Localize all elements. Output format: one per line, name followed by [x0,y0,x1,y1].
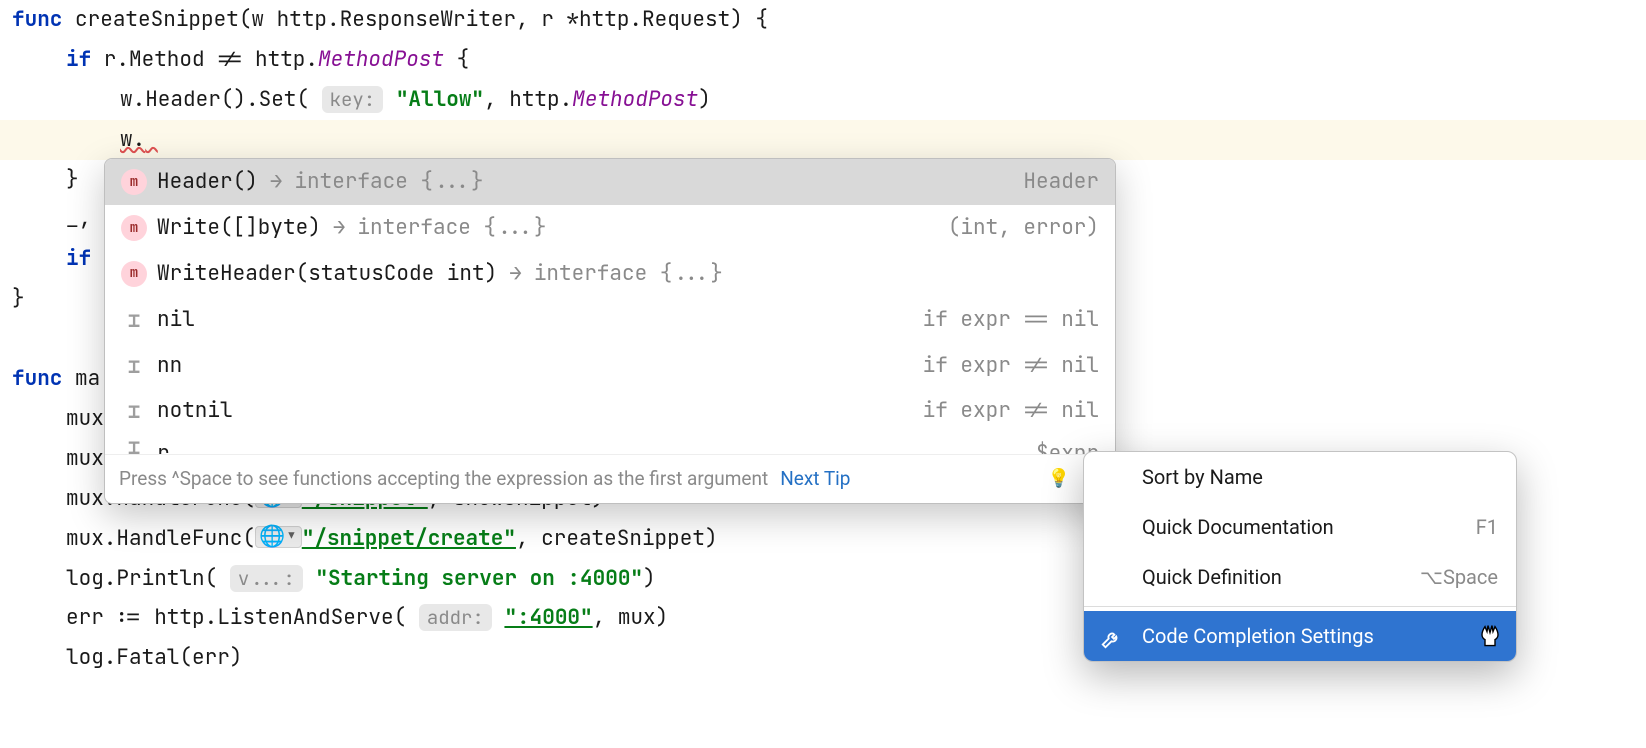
template-icon: ⌶ [121,353,147,379]
completion-item[interactable]: m Write([]byte) → interface {...} (int, … [105,205,1115,251]
completion-item[interactable]: ⌶ nn if expr != nil [105,343,1115,389]
completion-popup[interactable]: m Header() → interface {...} Header m Wr… [104,158,1116,504]
menu-quick-definition[interactable]: Quick Definition ⌥Space [1084,552,1516,602]
completion-item[interactable]: ⌶ nil if expr == nil [105,297,1115,343]
shortcut-label: ⌥Space [1420,558,1498,596]
code-line[interactable]: func createSnippet(w http.ResponseWriter… [0,0,1646,40]
completion-item[interactable]: m Header() → interface {...} Header [105,159,1115,205]
completion-hint-text: Press ^Space to see functions accepting … [119,461,768,497]
method-icon: m [121,261,147,287]
param-hint: key: [322,86,384,113]
template-icon: ⌶ [121,398,147,424]
globe-icon: 🌐▾ [255,526,302,548]
next-tip-link[interactable]: Next Tip [780,461,850,497]
menu-quick-documentation[interactable]: Quick Documentation F1 [1084,502,1516,552]
method-icon: m [121,215,147,241]
bulb-icon[interactable]: 💡 [1048,462,1070,496]
method-icon: m [121,169,147,195]
menu-code-completion-settings[interactable]: Code Completion Settings [1084,611,1516,661]
param-hint: addr: [419,604,492,631]
keyword-func: func [12,6,62,33]
cursor-icon [1480,625,1502,662]
completion-item[interactable]: ⌶ notnil if expr != nil [105,388,1115,434]
template-icon: ⌶ [121,307,147,333]
code-line[interactable]: w.Header().Set( key: "Allow", http.Metho… [0,80,1646,120]
code-line[interactable]: if r.Method != http.MethodPost { [0,40,1646,80]
completion-item[interactable]: m WriteHeader(statusCode int) → interfac… [105,251,1115,297]
completion-item-cutoff[interactable]: ⌶ r $expr [105,434,1115,454]
context-menu[interactable]: Sort by Name Quick Documentation F1 Quic… [1083,451,1517,662]
caret-line[interactable]: w. [0,120,1646,160]
shortcut-label: F1 [1476,508,1498,546]
completion-hint-bar: Press ^Space to see functions accepting … [105,454,1115,503]
template-icon: ⌶ [121,434,147,454]
param-hint: v...: [230,565,303,592]
keyword-if: if [66,46,91,73]
wrench-icon [1100,624,1124,648]
menu-separator [1084,606,1516,607]
menu-sort-by-name[interactable]: Sort by Name [1084,452,1516,502]
error-fragment: w. [120,126,145,153]
